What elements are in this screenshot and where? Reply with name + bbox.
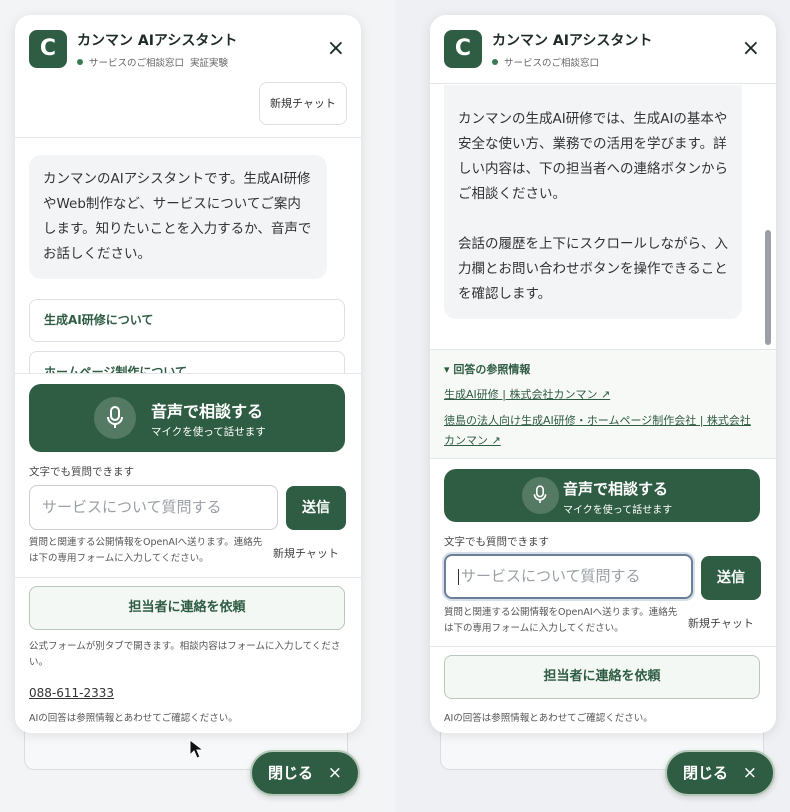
brand-avatar: C <box>29 30 67 68</box>
close-icon: × <box>327 763 342 783</box>
input-placeholder: サービスについて質問する <box>461 567 641 585</box>
divider <box>430 646 776 647</box>
divider <box>430 458 776 459</box>
mouse-cursor-icon <box>189 738 205 759</box>
close-chat-pill[interactable]: 閉じる × <box>250 750 360 796</box>
online-dot-icon <box>492 59 498 65</box>
voice-consult-button[interactable]: 音声で相談する マイクを使って話せます <box>444 469 760 522</box>
chat-header: C カンマン AIアシスタント サービスのご相談窓口 × <box>430 15 776 83</box>
chat-panel-right: C カンマン AIアシスタント サービスのご相談窓口 × カンマンの生成AI研修… <box>430 15 776 733</box>
voice-consult-button[interactable]: 音声で相談する マイクを使って話せます <box>29 384 345 452</box>
scrollbar-thumb[interactable] <box>765 230 771 345</box>
assistant-message: カンマンのAIアシスタントです。生成AI研修やWeb制作など、サービスについてご… <box>29 155 327 279</box>
status-row: サービスのご相談窓口 実証実験 <box>77 55 228 69</box>
new-chat-link[interactable]: 新規チャット <box>688 615 754 631</box>
close-pill-label: 閉じる <box>683 764 729 782</box>
voice-button-label: 音声で相談する <box>563 480 669 498</box>
status-text: サービスのご相談窓口 <box>89 58 185 69</box>
message-paragraph-2: 会話の履歴を上下にスクロールしながら、入力欄とお問い合わせボタンを操作できること… <box>458 236 728 302</box>
phone-link[interactable]: 088-611-2333 <box>29 686 114 700</box>
divider <box>15 137 361 138</box>
contact-staff-button[interactable]: 担当者に連絡を依頼 <box>29 586 345 630</box>
voice-button-sub: マイクを使って話せます <box>151 426 266 438</box>
close-icon[interactable]: × <box>742 35 760 63</box>
mic-icon <box>94 397 136 439</box>
chat-title: カンマン AIアシスタント <box>492 33 653 49</box>
voice-button-sub: マイクを使って話せます <box>563 505 673 516</box>
text-caret <box>458 568 459 585</box>
brand-avatar: C <box>444 30 482 68</box>
privacy-note: 質問と関連する公開情報をOpenAIへ送ります。連絡先は下の専用フォームに入力し… <box>444 607 678 634</box>
voice-button-label: 音声で相談する <box>151 402 264 421</box>
new-chat-button[interactable]: 新規チャット <box>259 82 347 125</box>
online-dot-icon <box>77 59 83 65</box>
reference-link-2[interactable]: 徳島の法人向け生成AI研修・ホームページ制作会社 | 株式会社カンマン ↗ <box>444 411 756 451</box>
footer-note: AIの回答は参照情報とあわせてご確認ください。 <box>29 713 238 724</box>
send-button[interactable]: 送信 <box>286 486 346 530</box>
text-input-label: 文字でも質問できます <box>444 536 549 548</box>
reference-toggle[interactable]: ▾ 回答の参照情報 <box>444 361 530 377</box>
form-note: 公式フォームが別タブで開きます。相談内容はフォームに入力してください。 <box>29 641 341 668</box>
divider <box>430 83 776 84</box>
assistant-message: カンマンの生成AI研修では、生成AIの基本や安全な使い方、業務での活用を学びます… <box>444 85 742 319</box>
topic-button-web[interactable]: ホームページ制作について <box>29 351 345 373</box>
close-icon[interactable]: × <box>327 35 345 63</box>
chat-header: C カンマン AIアシスタント サービスのご相談窓口 実証実験 × <box>15 15 361 83</box>
text-input-label: 文字でも質問できます <box>29 466 134 478</box>
divider <box>15 577 361 578</box>
privacy-note: 質問と関連する公開情報をOpenAIへ送ります。連絡先は下の専用フォームに入力し… <box>29 537 263 564</box>
close-icon: × <box>742 763 757 783</box>
message-paragraph-1: カンマンの生成AI研修では、生成AIの基本や安全な使い方、業務での活用を学びます… <box>458 111 728 202</box>
status-text: サービスのご相談窓口 <box>504 58 600 69</box>
send-button[interactable]: 送信 <box>701 556 761 600</box>
status-row: サービスのご相談窓口 <box>492 55 599 69</box>
chat-panel-left: C カンマン AIアシスタント サービスのご相談窓口 実証実験 × 新規チャット… <box>15 15 361 733</box>
chat-title: カンマン AIアシスタント <box>77 33 238 49</box>
question-input[interactable]: サービスについて質問する <box>29 485 278 530</box>
mic-icon <box>522 477 559 514</box>
footer-note: AIの回答は参照情報とあわせてご確認ください。 <box>444 713 653 724</box>
divider <box>15 373 361 374</box>
close-chat-pill[interactable]: 閉じる × <box>665 750 775 796</box>
contact-staff-button[interactable]: 担当者に連絡を依頼 <box>444 655 760 699</box>
topic-button-ai-training[interactable]: 生成AI研修について <box>29 299 345 342</box>
status-extra: 実証実験 <box>190 58 229 69</box>
new-chat-link[interactable]: 新規チャット <box>273 545 339 561</box>
question-input[interactable]: サービスについて質問する <box>444 554 693 599</box>
close-pill-label: 閉じる <box>268 764 314 782</box>
reference-link-1[interactable]: 生成AI研修 | 株式会社カンマン ↗ <box>444 385 610 405</box>
